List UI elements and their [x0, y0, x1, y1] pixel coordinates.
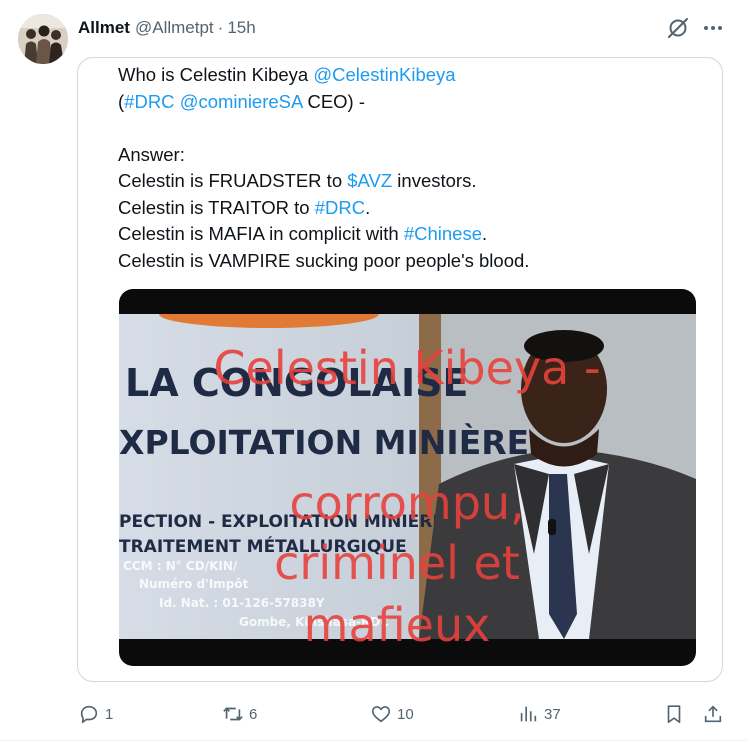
bookmark-icon: [667, 705, 681, 724]
views-icon: [520, 706, 537, 722]
text-segment: Celestin is FRUADSTER to: [118, 170, 348, 191]
quoted-text-line: Celestin is MAFIA in complicit with #Chi…: [118, 221, 698, 248]
like-button[interactable]: 10: [370, 700, 414, 728]
inline-link[interactable]: #DRC: [315, 197, 365, 218]
inline-link[interactable]: @CelestinKibeya: [313, 64, 455, 85]
quoted-text-line: Who is Celestin Kibeya @CelestinKibeya: [118, 62, 698, 89]
text-segment: .: [365, 196, 371, 218]
inline-link[interactable]: $AVZ: [347, 170, 392, 191]
divider: [0, 740, 747, 741]
video-overlay: Celestin Kibeya - corrompu, criminel et …: [213, 341, 600, 652]
action-bar: 1 6 10 37: [0, 700, 747, 728]
bookmark-button[interactable]: [663, 700, 685, 728]
quoted-text-line: Answer:: [118, 142, 698, 169]
share-button[interactable]: [702, 700, 724, 728]
heart-icon: [371, 706, 391, 723]
text-segment: Celestin is VAMPIRE sucking poor people'…: [118, 249, 530, 271]
text-segment: Answer:: [118, 143, 185, 165]
separator-dot: ·: [217, 18, 224, 37]
views-button[interactable]: 37: [517, 700, 561, 728]
overlay-line-3: criminel et: [274, 536, 520, 590]
quoted-text-line: Celestin is FRUADSTER to $AVZ investors.: [118, 168, 698, 195]
avatar-image: [18, 14, 68, 64]
quoted-post-text: Who is Celestin Kibeya @CelestinKibeya (#…: [118, 62, 698, 274]
text-segment: CEO) -: [302, 90, 366, 112]
text-segment: Celestin is TRAITOR to: [118, 196, 315, 218]
quoted-text-line: Celestin is VAMPIRE sucking poor people'…: [118, 248, 698, 275]
overlay-line-4: mafieux: [304, 598, 491, 652]
video-thumbnail[interactable]: LA CONGOLAISE XPLOITATION MINIÈRE PECTIO…: [119, 289, 696, 666]
post-header: Allmet @Allmetpt · 15h: [78, 17, 256, 39]
author-handle[interactable]: @Allmetpt: [135, 18, 214, 38]
like-count: 10: [397, 705, 414, 723]
overlay-line-1: Celestin Kibeya -: [213, 341, 600, 395]
reply-icon: [80, 705, 98, 724]
inline-link[interactable]: #DRC: [124, 91, 174, 112]
repost-button[interactable]: 6: [222, 700, 257, 728]
author-name[interactable]: Allmet: [78, 18, 130, 38]
views-count: 37: [544, 705, 561, 723]
grok-icon[interactable]: [666, 16, 690, 40]
more-options-icon[interactable]: [701, 16, 725, 40]
inline-link[interactable]: @cominiereSA: [180, 91, 303, 112]
reply-count: 1: [105, 705, 114, 723]
reply-button[interactable]: 1: [78, 700, 113, 728]
post-time[interactable]: 15h: [227, 18, 255, 38]
avatar[interactable]: [18, 14, 68, 64]
text-segment: investors.: [392, 170, 477, 191]
overlay-line-2: corrompu,: [289, 476, 524, 530]
text-segment: .: [481, 223, 488, 244]
inline-link[interactable]: #Chinese: [404, 223, 482, 244]
repost-count: 6: [249, 705, 258, 723]
share-icon: [704, 705, 722, 723]
repost-icon: [223, 707, 243, 721]
grok-icon-glyph: [668, 18, 688, 38]
text-segment: Celestin is MAFIA in complicit with: [118, 223, 404, 244]
more-icon-glyph: [704, 26, 722, 30]
quoted-text-line: Celestin is TRAITOR to #DRC.: [118, 195, 698, 222]
quoted-text-line: (#DRC @cominiereSA CEO) -: [118, 89, 698, 116]
text-segment: Who is Celestin Kibeya: [118, 64, 314, 85]
